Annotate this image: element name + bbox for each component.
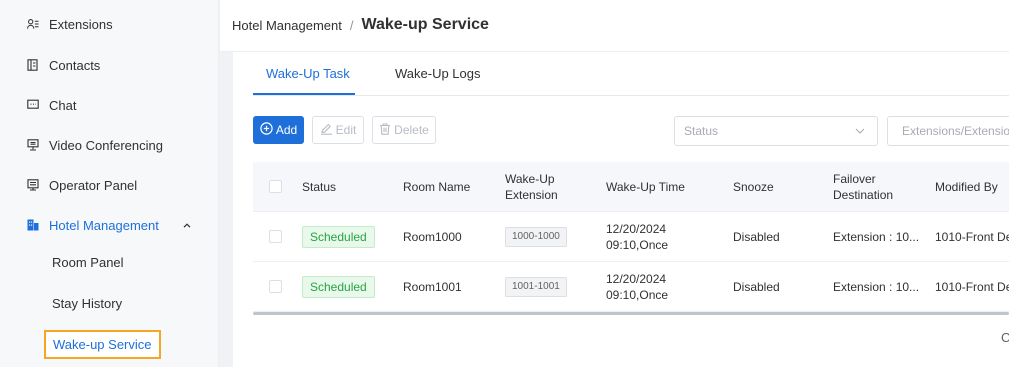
row-checkbox[interactable] [269,230,282,243]
sidebar-subitem-room-panel[interactable]: Room Panel [52,255,124,270]
sidebar-item-label: Extensions [49,16,113,32]
tab-wake-up-task[interactable]: Wake-Up Task [266,66,350,81]
wake-up-time-cell: 12/20/2024 09:10,Once [606,262,668,312]
header-text: Wake-Up [505,172,555,186]
pagination-partial: C [1001,330,1009,345]
wake-up-repeat: 09:10,Once [606,288,669,302]
status-cell: Scheduled [302,212,375,262]
chat-icon [27,99,39,111]
sidebar-item-label: Hotel Management [49,217,159,233]
operator-panel-icon [27,179,39,191]
edit-button-label: Edit [335,123,357,137]
snooze-cell: Disabled [733,230,780,244]
failover-cell: Extension : 10... [833,280,920,294]
delete-button-label: Delete [394,123,429,137]
header-text: Extension [505,188,558,202]
wake-up-task-table: Status Room Name Wake-Up Extension Wake-… [253,162,1009,312]
sidebar-subitem-wake-up-service[interactable]: Wake-up Service [44,330,161,359]
failover-cell: Extension : 10... [833,230,920,244]
header-wake-up-extension[interactable]: Wake-Up Extension [505,162,558,212]
chevron-down-icon [855,124,865,137]
page-title: Wake-up Service [361,16,489,33]
breadcrumb: Hotel Management / Wake-up Service [232,16,489,34]
wake-up-repeat: 09:10,Once [606,238,669,252]
sidebar-item-label: Video Conferencing [49,137,163,153]
contacts-icon [27,59,39,71]
table-row[interactable]: Scheduled Room1000 1000-1000 12/20/2024 … [253,212,1009,262]
modified-by-cell: 1010-Front De [935,230,1009,244]
room-name-cell: Room1000 [403,230,462,244]
sidebar-item-label: Operator Panel [49,177,138,193]
status-select-placeholder: Status [684,124,719,138]
edit-icon [320,123,333,138]
add-button-label: Add [275,123,298,137]
modified-by-cell: 1010-Front De [935,280,1009,294]
header-wake-up-time[interactable]: Wake-Up Time [606,162,685,212]
wake-up-date: 12/20/2024 [606,222,667,236]
tab-wake-up-logs[interactable]: Wake-Up Logs [395,66,481,81]
header-status[interactable]: Status [302,162,336,212]
extension-cell: 1001-1001 [505,262,567,312]
hotel-icon [27,219,39,231]
select-all-checkbox[interactable] [269,180,282,193]
search-input-placeholder: Extensions/Extension [902,124,1009,138]
breadcrumb-separator: / [349,17,354,33]
add-button[interactable]: Add [253,116,304,144]
sidebar-item-video-conferencing[interactable]: Video Conferencing [0,127,219,163]
active-tab-indicator [253,93,355,95]
snooze-cell: Disabled [733,280,780,294]
status-badge: Scheduled [302,226,375,248]
header-room-name[interactable]: Room Name [403,162,470,212]
status-badge: Scheduled [302,276,375,298]
wake-up-time-cell: 12/20/2024 09:10,Once [606,212,668,262]
delete-button[interactable]: Delete [372,116,436,144]
table-row[interactable]: Scheduled Room1001 1001-1001 12/20/2024 … [253,262,1009,312]
trash-icon [379,122,391,138]
status-select[interactable]: Status [674,116,878,146]
sidebar-item-label: Chat [49,97,77,113]
main-panel: Wake-Up Task Wake-Up Logs Add Edit Delet… [233,52,1009,367]
plus-circle-icon [260,122,273,138]
header-text: Failover [833,172,876,186]
sidebar-item-extensions[interactable]: Extensions [0,6,219,42]
sidebar-item-label: Contacts [49,57,101,73]
table-header: Status Room Name Wake-Up Extension Wake-… [253,162,1009,212]
extension-cell: 1000-1000 [505,212,567,262]
header-failover-destination[interactable]: Failover Destination [833,162,893,212]
sidebar-item-operator-panel[interactable]: Operator Panel [0,167,219,203]
edit-button[interactable]: Edit [312,116,364,144]
horizontal-scrollbar[interactable] [253,312,1009,315]
sidebar-item-hotel-management[interactable]: Hotel Management [0,207,219,243]
chevron-up-icon[interactable] [183,220,191,231]
sidebar: Extensions Contacts Chat Video Conferenc… [0,0,219,367]
header-modified-by[interactable]: Modified By [935,162,998,212]
sidebar-subitem-stay-history[interactable]: Stay History [52,296,122,311]
header-snooze[interactable]: Snooze [733,162,774,212]
room-name-cell: Room1001 [403,280,462,294]
wake-up-date: 12/20/2024 [606,272,667,286]
header-text: Destination [833,188,894,202]
search-input[interactable]: Extensions/Extension [887,116,1009,146]
sidebar-item-chat[interactable]: Chat [0,87,219,123]
breadcrumb-parent[interactable]: Hotel Management [232,18,342,33]
status-cell: Scheduled [302,262,375,312]
extensions-icon [27,18,39,30]
tab-bar: Wake-Up Task Wake-Up Logs [253,52,1009,96]
row-checkbox[interactable] [269,280,282,293]
extension-tag: 1000-1000 [505,227,567,247]
sidebar-item-contacts[interactable]: Contacts [0,47,219,83]
extension-tag: 1001-1001 [505,277,567,297]
video-conferencing-icon [27,139,39,151]
